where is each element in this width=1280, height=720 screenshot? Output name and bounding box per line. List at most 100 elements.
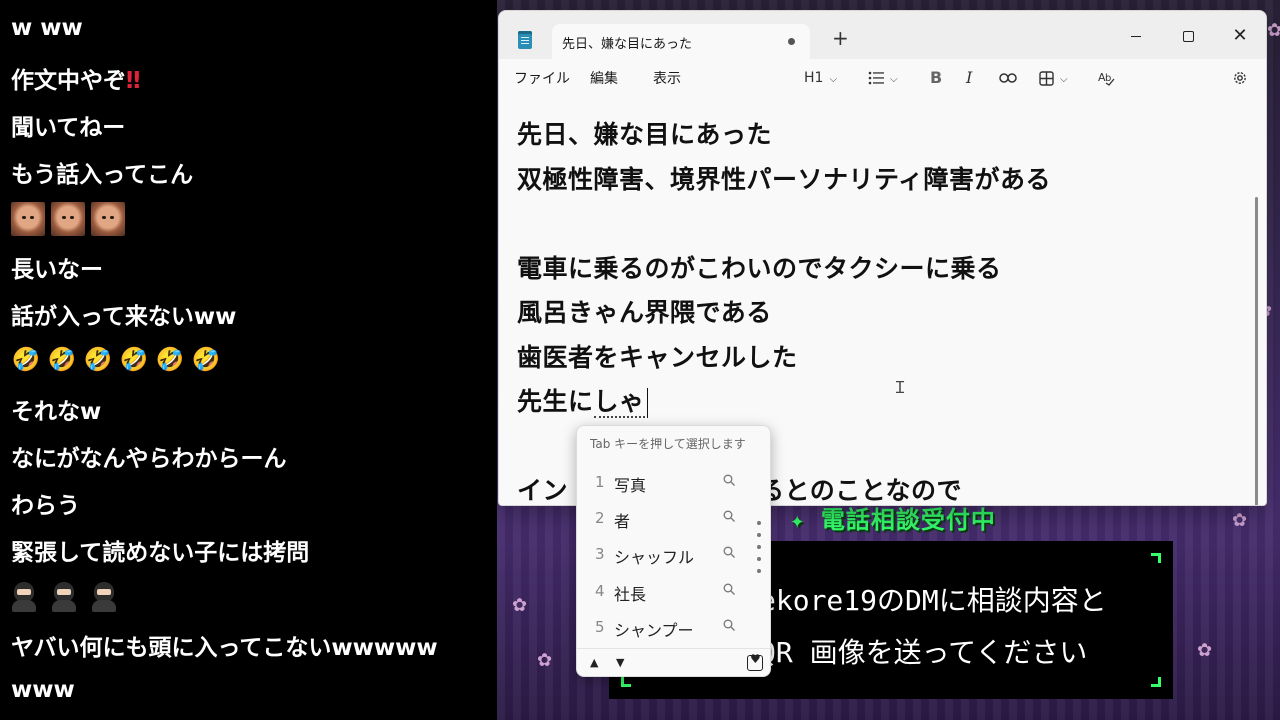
- search-icon[interactable]: [723, 619, 735, 631]
- ninja-emoji-icon: [51, 582, 77, 612]
- candidate-text: シャッフル: [614, 548, 695, 567]
- bold-button[interactable]: B: [930, 67, 942, 89]
- maximize-button[interactable]: [1168, 21, 1208, 51]
- sakura-petal-icon: ✿: [1232, 510, 1248, 531]
- candidate-text: 社長: [614, 585, 647, 604]
- close-button[interactable]: ✕: [1220, 21, 1260, 51]
- panel-line-2: QR 画像を送ってください: [759, 636, 1088, 669]
- chat-message-emoji-rofl: 🤣 🤣 🤣 🤣 🤣 🤣: [11, 345, 221, 375]
- rofl-emoji-icon: 🤣: [11, 347, 41, 373]
- menu-edit[interactable]: 編集: [590, 68, 618, 88]
- ime-candidate[interactable]: 5 シャンプー: [577, 610, 753, 644]
- tab-title: 先日、嫌な目にあった: [562, 37, 693, 52]
- candidate-number: 2: [595, 509, 605, 527]
- ime-next-page-button[interactable]: ▼: [616, 656, 624, 669]
- chat-message-emoji-faces: [11, 202, 125, 236]
- notepad-app-icon: [518, 31, 532, 49]
- settings-button[interactable]: [1232, 67, 1248, 89]
- rofl-emoji-icon: 🤣: [155, 347, 185, 373]
- candidate-text: 写真: [614, 476, 647, 495]
- rofl-emoji-icon: 🤣: [191, 347, 221, 373]
- ime-hint: Tab キーを押して選択します: [590, 437, 746, 451]
- chat-message: 緊張して読めない子には拷問: [11, 540, 310, 566]
- ime-footer: ▲ ▼: [577, 648, 770, 676]
- chat-message: なにがなんやらわからーん: [11, 446, 287, 472]
- spellcheck-icon: Ab: [1098, 71, 1115, 86]
- candidate-text: 者: [614, 512, 631, 531]
- search-icon[interactable]: [723, 583, 735, 595]
- search-icon[interactable]: [723, 474, 735, 486]
- face-emoji-icon: [91, 202, 125, 236]
- text-line: 双極性障害、境界性パーソナリティ障害がある: [517, 165, 1052, 194]
- search-icon[interactable]: [723, 546, 735, 558]
- ime-candidate[interactable]: 3 シャッフル: [577, 537, 753, 571]
- panel-corner: [1151, 553, 1161, 563]
- text-line: 先日、嫌な目にあった: [517, 120, 773, 149]
- panel-line-1: ekore19のDMに相談内容と: [759, 584, 1107, 617]
- rofl-emoji-icon: 🤣: [119, 347, 149, 373]
- ime-candidate[interactable]: 1 写真: [577, 465, 753, 499]
- title-bar[interactable]: 先日、嫌な目にあった + ✕: [499, 11, 1266, 59]
- banner-text: 電話相談受付中: [820, 506, 996, 534]
- sakura-petal-icon: ✿: [512, 595, 528, 616]
- ime-composition-text: しゃ: [593, 387, 645, 418]
- face-emoji-icon: [11, 202, 45, 236]
- new-tab-button[interactable]: +: [832, 28, 849, 48]
- chat-message: w ww: [11, 15, 83, 41]
- chevron-down-icon: ⌵: [890, 74, 898, 85]
- double-exclamation-icon: ‼: [126, 68, 141, 94]
- ime-candidate[interactable]: 4 社長: [577, 574, 753, 608]
- face-emoji-icon: [51, 202, 85, 236]
- ime-page-indicator: [757, 521, 761, 581]
- candidate-number: 5: [595, 618, 605, 636]
- tab-document[interactable]: 先日、嫌な目にあった: [552, 24, 810, 59]
- ninja-emoji-icon: [11, 582, 37, 612]
- candidate-number: 1: [595, 473, 605, 491]
- gear-icon: [1234, 72, 1246, 84]
- italic-button[interactable]: I: [966, 67, 972, 89]
- unsaved-dot-icon[interactable]: [788, 38, 795, 45]
- ime-candidate[interactable]: 2 者: [577, 501, 753, 535]
- chat-message: 作文中やぞ‼: [11, 61, 140, 95]
- candidate-number: 3: [595, 545, 605, 563]
- table-dropdown[interactable]: ⌵: [1039, 67, 1068, 89]
- chat-message: ヤバい何にも頭に入ってこないwwwww: [11, 635, 438, 661]
- ime-prev-page-button[interactable]: ▲: [590, 656, 598, 669]
- text-line: 歯医者をキャンセルした: [517, 343, 798, 372]
- table-icon: [1039, 70, 1054, 86]
- sakura-petal-icon: ✿: [1267, 20, 1280, 41]
- text-line: 風呂きゃん界隈である: [517, 298, 772, 327]
- chevron-down-icon: ⌵: [829, 74, 838, 85]
- sakura-petal-icon: ✿: [1197, 640, 1213, 661]
- ninja-emoji-icon: [91, 582, 117, 612]
- link-button[interactable]: [999, 67, 1017, 89]
- link-icon: [999, 73, 1017, 83]
- rofl-emoji-icon: 🤣: [47, 347, 77, 373]
- text-caret: [646, 388, 648, 418]
- minimize-icon: [1131, 36, 1141, 37]
- vertical-scrollbar[interactable]: [1255, 197, 1258, 505]
- chat-message-emoji-ninja: [11, 582, 117, 612]
- minimize-button[interactable]: [1116, 21, 1156, 51]
- chat-message: もう話入ってこん: [11, 162, 194, 188]
- search-icon[interactable]: [723, 510, 735, 522]
- panel-corner: [621, 677, 631, 687]
- ibeam-cursor-icon: Ｉ: [892, 378, 909, 397]
- chat-message: わらう: [11, 493, 80, 519]
- heading-dropdown[interactable]: H1 ⌵: [804, 67, 837, 89]
- heading-label: H1: [804, 70, 824, 86]
- menu-view[interactable]: 表示: [653, 68, 681, 88]
- panel-corner: [1151, 677, 1161, 687]
- committed-text: 先生に: [517, 387, 594, 416]
- list-dropdown[interactable]: ⌵: [868, 67, 898, 89]
- rofl-emoji-icon: 🤣: [83, 347, 113, 373]
- spellcheck-button[interactable]: Ab: [1098, 67, 1116, 89]
- text-line-current: 先生にしゃ: [517, 382, 648, 418]
- chat-message: www: [11, 677, 75, 703]
- chat-message-text: 作文中やぞ: [11, 68, 126, 94]
- chat-panel: w ww 作文中やぞ‼ 聞いてねー もう話入ってこん 長いなー 話が入って来ない…: [0, 0, 497, 720]
- partial-text-start: イン: [517, 476, 569, 505]
- chat-message: 長いなー: [11, 257, 103, 283]
- menu-file[interactable]: ファイル: [514, 68, 570, 88]
- emoji-panel-icon[interactable]: [747, 652, 763, 671]
